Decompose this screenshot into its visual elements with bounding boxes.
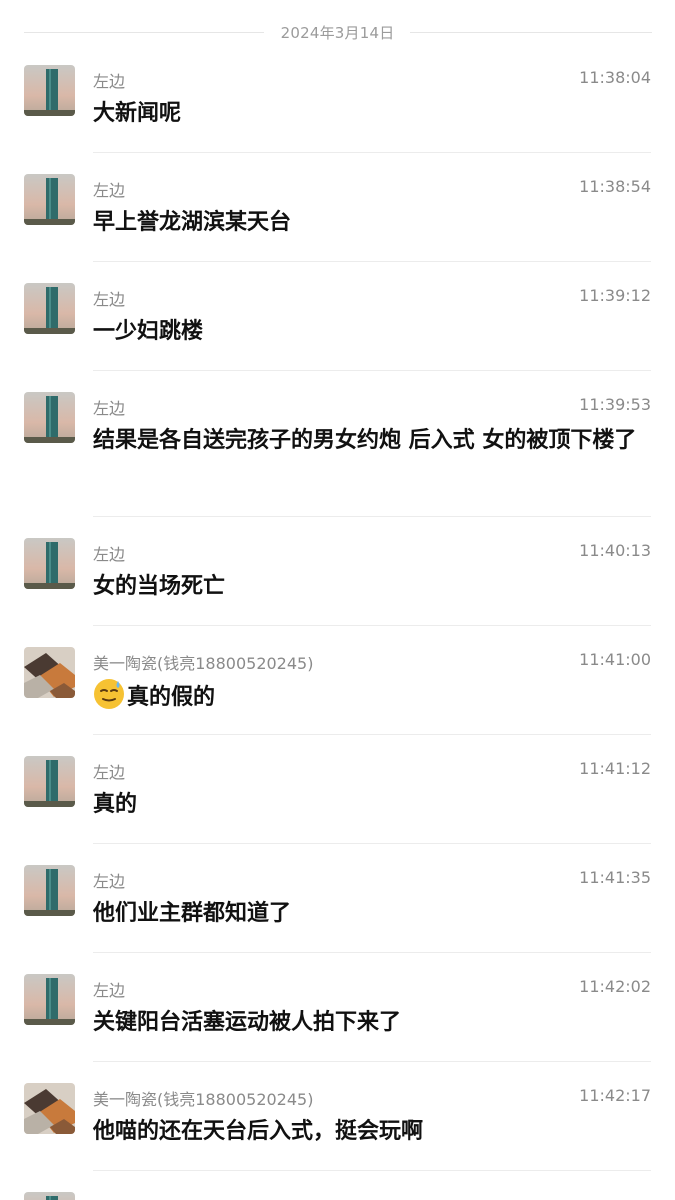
sender-avatar[interactable]	[24, 538, 75, 589]
message-item[interactable]: 左边 11:41:12 真的	[0, 749, 675, 844]
sender-name: 左边	[93, 290, 126, 309]
sender-name: 左边	[93, 1195, 125, 1200]
message-text: 真的假的	[93, 678, 649, 716]
message-time: 11:41:00	[579, 650, 651, 669]
message-separator	[93, 734, 651, 735]
sender-avatar[interactable]	[24, 756, 75, 807]
message-time: 11:41:35	[579, 868, 651, 887]
sender-avatar[interactable]	[24, 174, 75, 225]
message-item[interactable]: 左边 11:38:54 早上誉龙湖滨某天台	[0, 167, 675, 262]
message-text: 结果是各自送完孩子的男女约炮 后入式 女的被顶下楼了	[93, 428, 637, 453]
message-separator	[93, 625, 651, 626]
sender-avatar[interactable]	[24, 283, 75, 334]
sender-name: 左边	[93, 181, 126, 200]
tiles-avatar-icon	[24, 647, 75, 698]
message-text: 他喵的还在天台后入式，挺会玩啊	[93, 1119, 424, 1144]
message-separator	[93, 952, 651, 953]
message-separator	[93, 516, 651, 517]
message-time: 11:42:17	[579, 1086, 651, 1105]
message-time: 11:41:12	[579, 759, 651, 778]
message-time: 11:40:13	[579, 541, 651, 560]
message-text: 关键阳台活塞运动被人拍下来了	[93, 1010, 402, 1035]
sender-avatar[interactable]	[24, 974, 75, 1025]
message-time: 11:38:54	[579, 177, 651, 196]
sender-name: 左边	[93, 763, 126, 782]
sender-name: 左边	[93, 399, 126, 418]
message-item[interactable]: 左边 11:38:04 大新闻呢	[0, 58, 675, 153]
message-time: 11:39:12	[579, 286, 651, 305]
message-separator	[93, 843, 651, 844]
divider-line-left	[24, 32, 264, 33]
building-avatar-icon	[24, 392, 75, 443]
message-text: 大新闻呢	[93, 101, 182, 126]
building-avatar-icon	[24, 65, 75, 116]
chat-history-page: 2024年3月14日 左边 11:38:04 大新闻呢 左边 11:38:54 …	[0, 0, 675, 1200]
divider-line-right	[410, 32, 652, 33]
sender-avatar[interactable]	[24, 65, 75, 116]
message-item[interactable]: 左边 11:40:13 女的当场死亡	[0, 531, 675, 626]
message-time: 11:42:02	[579, 977, 651, 996]
sender-name: 美一陶瓷(钱亮18800520245)	[93, 654, 314, 673]
sender-avatar[interactable]	[24, 1192, 75, 1200]
message-text: 早上誉龙湖滨某天台	[93, 210, 292, 235]
message-separator	[93, 261, 651, 262]
message-item[interactable]: 左边 11:41:35 他们业主群都知道了	[0, 858, 675, 953]
sender-avatar[interactable]	[24, 865, 75, 916]
tiles-avatar-icon	[24, 1083, 75, 1134]
message-time: 11:39:53	[579, 395, 651, 414]
message-separator	[93, 152, 651, 153]
message-text: 女的当场死亡	[93, 574, 226, 599]
building-avatar-icon	[24, 283, 75, 334]
sender-name: 左边	[93, 872, 126, 891]
message-item[interactable]: 左边 11:39:12 一少妇跳楼	[0, 276, 675, 371]
building-avatar-icon	[24, 1192, 75, 1200]
message-separator	[93, 1170, 651, 1171]
message-item[interactable]: 左边 11:39:53 结果是各自送完孩子的男女约炮 后入式 女的被顶下楼了	[0, 385, 675, 517]
building-avatar-icon	[24, 174, 75, 225]
date-divider-text: 2024年3月14日	[280, 23, 395, 42]
message-time: 11:38:04	[579, 68, 651, 87]
building-avatar-icon	[24, 538, 75, 589]
message-item-partial[interactable]: 左边	[0, 1185, 675, 1200]
date-divider: 2024年3月14日	[0, 0, 675, 64]
message-text: 一少妇跳楼	[93, 319, 204, 344]
message-text-body: 真的假的	[127, 685, 216, 710]
building-avatar-icon	[24, 974, 75, 1025]
message-separator	[93, 1061, 651, 1062]
message-item[interactable]: 美一陶瓷(钱亮18800520245) 11:41:00 真的假的	[0, 640, 675, 735]
message-item[interactable]: 左边 11:42:02 关键阳台活塞运动被人拍下来了	[0, 967, 675, 1062]
message-separator	[93, 370, 651, 371]
sender-avatar[interactable]	[24, 392, 75, 443]
message-text: 他们业主群都知道了	[93, 901, 292, 926]
sender-avatar[interactable]	[24, 1083, 75, 1134]
message-item[interactable]: 美一陶瓷(钱亮18800520245) 11:42:17 他喵的还在天台后入式，…	[0, 1076, 675, 1171]
sender-name: 左边	[93, 981, 126, 1000]
sender-avatar[interactable]	[24, 647, 75, 698]
sender-name: 左边	[93, 72, 126, 91]
sweat-smile-emoji-icon	[94, 679, 124, 709]
sender-name: 左边	[93, 545, 126, 564]
sender-name: 美一陶瓷(钱亮18800520245)	[93, 1090, 314, 1109]
building-avatar-icon	[24, 756, 75, 807]
message-text: 真的	[93, 792, 138, 817]
building-avatar-icon	[24, 865, 75, 916]
